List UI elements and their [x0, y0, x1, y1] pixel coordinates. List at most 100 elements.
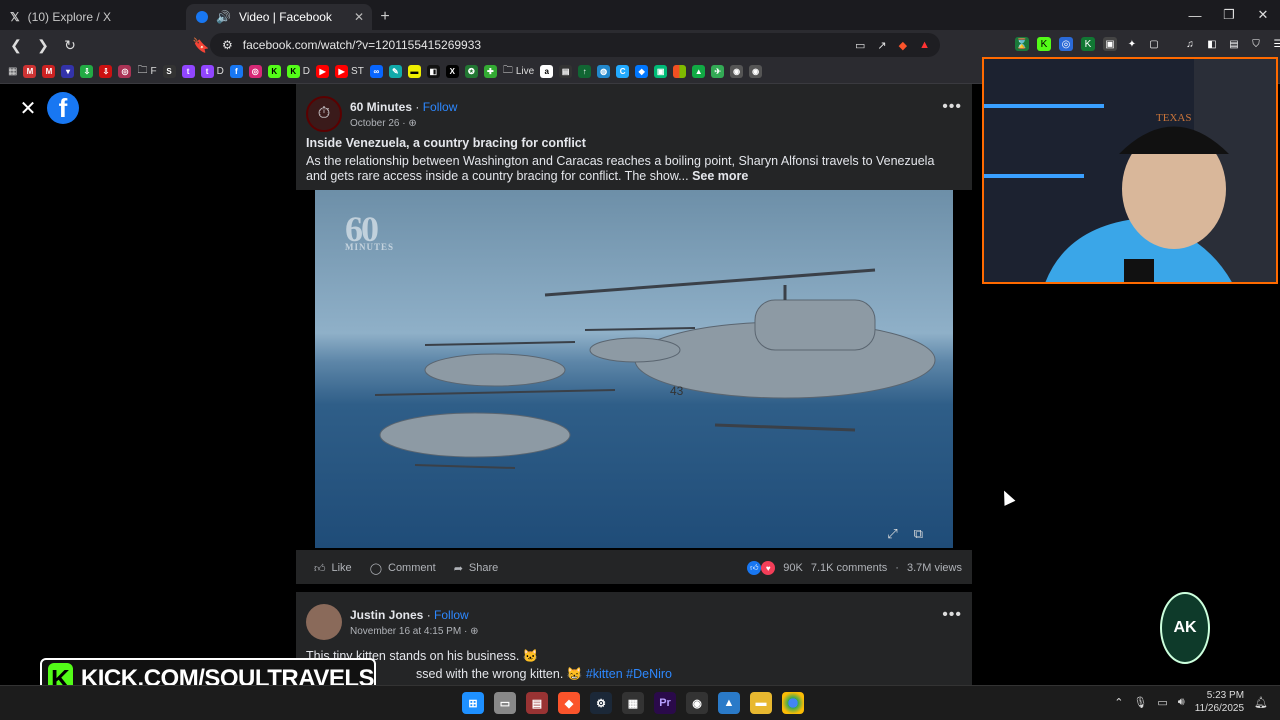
twitch-icon[interactable]: t: [181, 65, 195, 78]
chevron-up-icon[interactable]: ⌃: [1114, 696, 1123, 709]
app-icon[interactable]: ▦: [622, 692, 644, 714]
bookmark-icon[interactable]: ◉: [730, 65, 744, 78]
sidebar-icon[interactable]: ◧: [1205, 37, 1219, 51]
minimize-button[interactable]: —: [1178, 0, 1212, 30]
bookmark-item[interactable]: tD: [200, 65, 224, 78]
bookmark-icon[interactable]: ✎: [388, 65, 402, 78]
puzzle-icon[interactable]: ✦: [1125, 37, 1139, 51]
bookmark-icon[interactable]: ◍: [597, 65, 611, 78]
more-options-icon[interactable]: •••: [942, 98, 962, 116]
kick-extension-icon[interactable]: K: [1037, 37, 1051, 51]
facebook-logo[interactable]: f: [47, 92, 79, 124]
bookmark-icon[interactable]: S: [162, 65, 176, 78]
share-icon[interactable]: ↗: [877, 39, 886, 52]
volume-icon[interactable]: 🔊︎: [1178, 696, 1185, 709]
like-button[interactable]: 👍︎ Like: [314, 562, 352, 575]
menu-icon[interactable]: ☰: [1271, 37, 1280, 51]
bookmark-icon[interactable]: ▣: [654, 65, 668, 78]
bookmark-folder[interactable]: 🗀 Live: [503, 63, 534, 80]
extension-icon[interactable]: ◎: [1059, 37, 1073, 51]
bookmark-gmail-icon[interactable]: M: [42, 65, 56, 78]
follow-link[interactable]: Follow: [423, 100, 458, 114]
bookmark-icon[interactable]: ✪: [464, 65, 478, 78]
tab-x[interactable]: 𝕏 (10) Explore / X: [0, 4, 186, 30]
apps-icon[interactable]: ▦: [8, 66, 17, 77]
meta-icon[interactable]: ∞: [369, 65, 383, 78]
tab-facebook[interactable]: 🔊 Video | Facebook ✕: [186, 4, 372, 30]
url-field[interactable]: ⚙ facebook.com/watch/?v=1201155415269933…: [210, 33, 940, 57]
close-window-button[interactable]: ✕: [1246, 0, 1280, 30]
brave-icon[interactable]: ◆: [558, 692, 580, 714]
screenshot-icon[interactable]: ▢: [1147, 37, 1161, 51]
site-info-icon[interactable]: ⚙: [222, 38, 233, 52]
bookmark-icon[interactable]: ▾: [61, 65, 75, 78]
vpn-icon[interactable]: ⛉: [1249, 37, 1263, 51]
author-name[interactable]: 60 Minutes: [350, 100, 412, 114]
bookmark-icon[interactable]: ↑: [578, 65, 592, 78]
bookmark-icon[interactable]: ◆: [635, 65, 649, 78]
app-icon[interactable]: ▤: [526, 692, 548, 714]
extension-icon[interactable]: K: [1081, 37, 1095, 51]
obs-icon[interactable]: ◉: [686, 692, 708, 714]
x-icon[interactable]: X: [445, 65, 459, 78]
network-icon[interactable]: ▭: [1157, 696, 1167, 709]
new-tab-button[interactable]: +: [372, 4, 398, 30]
folder-icon[interactable]: ▬: [750, 692, 772, 714]
windows-start-icon[interactable]: ⊞: [462, 692, 484, 714]
see-more-link[interactable]: See more: [692, 169, 748, 183]
comment-count[interactable]: 7.1K comments: [811, 562, 887, 574]
rewards-icon[interactable]: ▲: [919, 39, 930, 52]
notification-icon[interactable]: 🔔︎: [1254, 696, 1268, 709]
bookmark-icon[interactable]: ◉: [749, 65, 763, 78]
hashtag-link[interactable]: #kitten: [586, 667, 623, 681]
author-name[interactable]: Justin Jones: [350, 608, 423, 622]
bookmark-icon[interactable]: ▤: [559, 65, 573, 78]
bookmark-icon[interactable]: ◎: [118, 65, 132, 78]
share-button[interactable]: ➦ Share: [454, 562, 499, 575]
microphone-icon[interactable]: 🎙︎: [1133, 696, 1147, 709]
bookmark-icon[interactable]: 🔖: [190, 34, 212, 56]
bookmark-icon[interactable]: ▬: [407, 65, 421, 78]
chrome-icon[interactable]: [782, 692, 804, 714]
avatar[interactable]: [306, 604, 342, 640]
drive-icon[interactable]: ▲: [692, 65, 706, 78]
bookmark-item[interactable]: KD: [286, 65, 310, 78]
clock[interactable]: 5:23 PM 11/26/2025: [1195, 689, 1244, 715]
close-tab-icon[interactable]: ✕: [354, 10, 364, 24]
comment-button[interactable]: ◯ Comment: [370, 562, 436, 575]
restore-button[interactable]: ❐: [1212, 0, 1246, 30]
close-icon[interactable]: ✕: [16, 96, 40, 120]
youtube-icon[interactable]: ▶: [316, 65, 330, 78]
bookmark-icon[interactable]: ⇩: [99, 65, 113, 78]
hashtag-link[interactable]: #DeNiro: [626, 667, 672, 681]
kick-icon[interactable]: K: [267, 65, 281, 78]
photos-icon[interactable]: ▲: [718, 692, 740, 714]
bookmark-icon[interactable]: ◧: [426, 65, 440, 78]
reaction-count[interactable]: 90K: [783, 562, 803, 574]
pip-icon[interactable]: ⧉: [914, 526, 923, 542]
extension-icon[interactable]: ⌛: [1015, 37, 1029, 51]
video-player[interactable]: 60 MINUTES 43 ⤢ ⧉: [296, 190, 972, 550]
microsoft-icon[interactable]: [673, 65, 687, 78]
instagram-icon[interactable]: ◎: [248, 65, 262, 78]
bookmark-item[interactable]: ▶ ST: [335, 65, 364, 78]
avatar[interactable]: ⏱: [306, 96, 342, 132]
bookmark-folder[interactable]: 🗀 F: [137, 63, 156, 80]
wallet-icon[interactable]: ▤: [1227, 37, 1241, 51]
extension-icon[interactable]: ▣: [1103, 37, 1117, 51]
bookmark-icon[interactable]: C: [616, 65, 630, 78]
amazon-icon[interactable]: a: [540, 65, 554, 78]
forward-button[interactable]: ❯: [32, 34, 54, 56]
bookmark-gmail-icon[interactable]: M: [23, 65, 37, 78]
bookmark-icon[interactable]: ⇩: [80, 65, 94, 78]
reaction-icons[interactable]: 👍︎ ♥: [747, 561, 776, 575]
premiere-icon[interactable]: Pr: [654, 692, 676, 714]
bookmark-icon[interactable]: ✚: [483, 65, 497, 78]
bookmark-icon[interactable]: ✈: [711, 65, 725, 78]
brave-shield-icon[interactable]: ◆: [899, 39, 907, 52]
facebook-icon[interactable]: f: [229, 65, 243, 78]
follow-link[interactable]: Follow: [434, 608, 469, 622]
cast-icon[interactable]: ▭: [855, 39, 865, 52]
reload-button[interactable]: ↻: [59, 34, 81, 56]
more-options-icon[interactable]: •••: [942, 606, 962, 624]
